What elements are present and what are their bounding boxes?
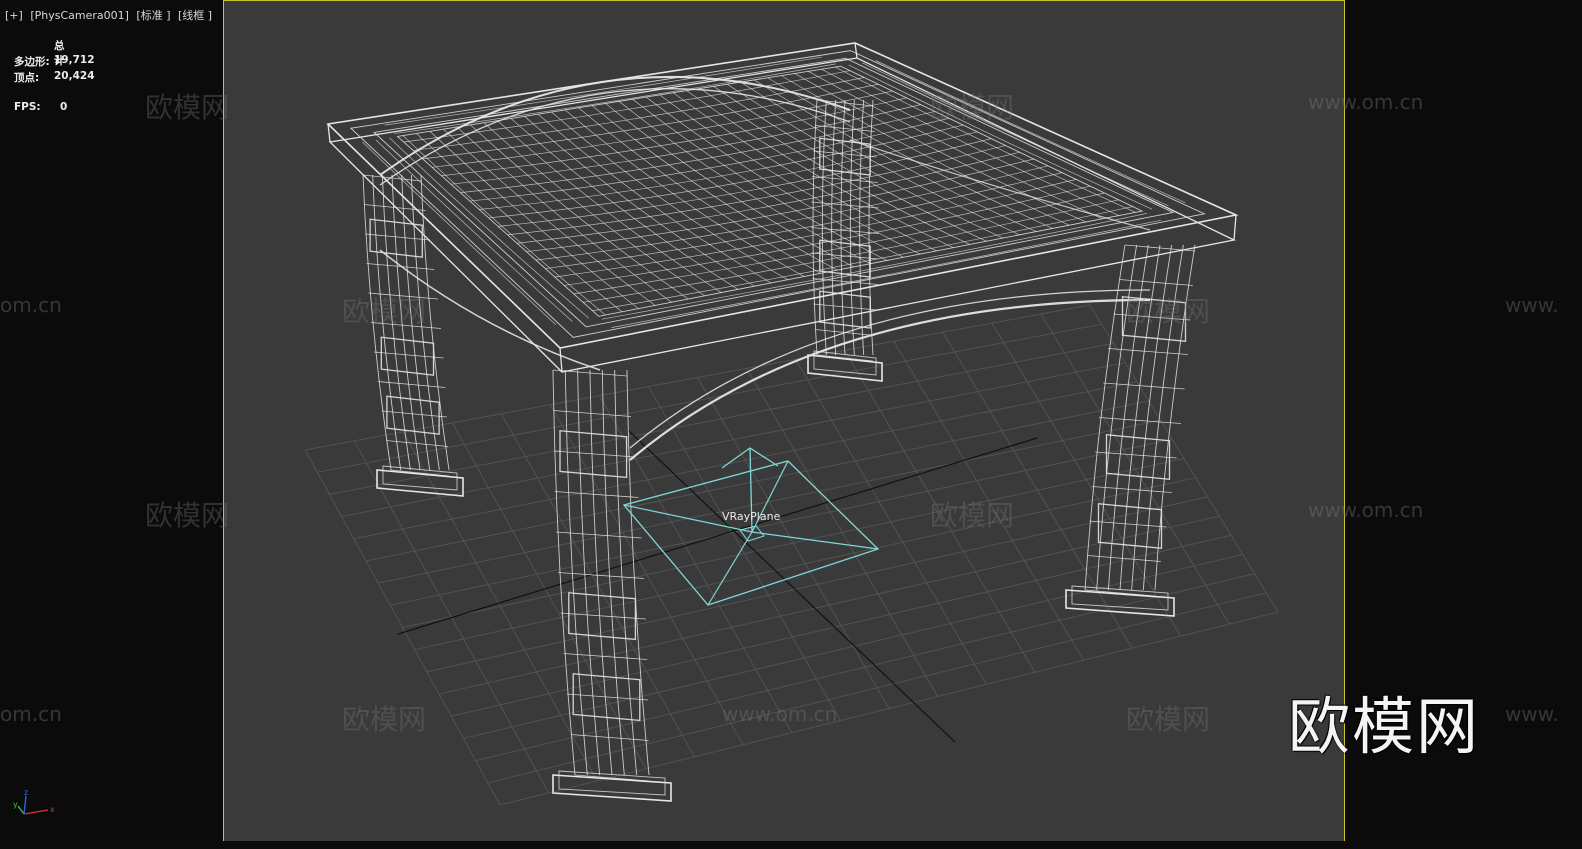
watermark-brand: 欧模网	[930, 499, 1015, 532]
vertices-value: 20,424	[54, 70, 95, 82]
viewport-shading-standard[interactable]: [标准 ]	[136, 9, 170, 22]
axis-y-label: y	[13, 800, 18, 809]
watermark-brand: 欧模网	[1126, 703, 1211, 736]
watermark-brand: 欧模网	[145, 91, 230, 124]
brand-logo: 欧模网	[1288, 690, 1481, 763]
viewport-camera-name[interactable]: [PhysCamera001]	[30, 9, 129, 22]
vertices-label: 顶点:	[14, 72, 40, 84]
axis-gizmo-icon: x y z	[13, 788, 55, 815]
viewport-shading-wireframe[interactable]: [线框 ]	[178, 9, 212, 22]
watermark-brand: 欧模网	[342, 703, 427, 736]
watermark-brand: 欧模网	[1126, 295, 1211, 328]
viewport-label[interactable]: [+] [PhysCamera001] [标准 ] [线框 ]	[5, 7, 216, 23]
polygons-value: 19,712	[54, 54, 95, 66]
watermark-url: www.om.cn	[1308, 498, 1424, 522]
axis-x-label: x	[50, 805, 55, 814]
watermark-url: www.om.cn	[1308, 90, 1424, 114]
vray-plane-label: VRayPlane	[722, 510, 781, 523]
watermark-url: om.cn	[0, 702, 62, 726]
fps-label: FPS:	[14, 101, 41, 113]
watermark-brand: 欧模网	[342, 295, 427, 328]
watermark-url: www.	[1505, 293, 1559, 317]
watermark-url: www.	[1505, 702, 1559, 726]
viewport-menu-plus[interactable]: [+]	[5, 9, 23, 22]
watermark-brand: 欧模网	[145, 499, 230, 532]
fps-value: 0	[60, 101, 68, 113]
watermark-url: om.cn	[0, 293, 62, 317]
fps-overlay: FPS: 0	[14, 101, 67, 113]
watermark-url: www.om.cn	[722, 702, 838, 726]
axis-z-label: z	[24, 788, 28, 797]
polygons-label: 多边形:	[14, 56, 50, 68]
viewport[interactable]: 欧模网 欧模网 www.om.cn om.cn 欧模网 欧模网 www. 欧模网…	[0, 0, 1582, 849]
vray-plane-gizmo[interactable]	[622, 447, 880, 606]
watermark-brand: 欧模网	[930, 91, 1015, 124]
